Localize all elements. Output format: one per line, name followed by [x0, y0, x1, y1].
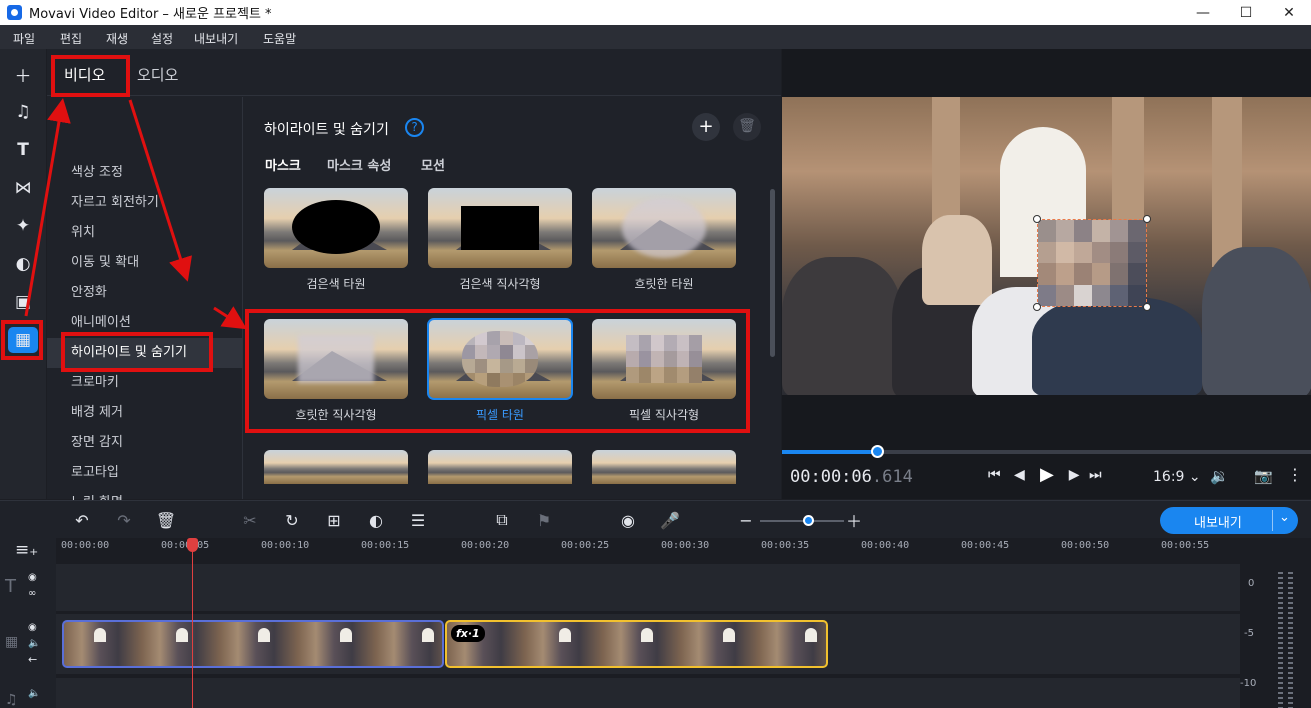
aspect-ratio-select[interactable]: 16:9 ⌄	[1153, 469, 1201, 485]
mask-handle[interactable]	[1033, 215, 1041, 223]
preview-panel: 00:00:06.614 ⏮ ◀ ▶ ▶ ⏭ 16:9 ⌄ 🔉 📷 ⋮	[782, 49, 1311, 499]
video-crowd	[1202, 247, 1311, 395]
timecode-ms: .614	[871, 467, 913, 487]
chevron-down-icon[interactable]: ⌄	[1279, 510, 1290, 525]
eye-icon[interactable]: ◉	[28, 572, 37, 583]
arrow-video-to-category	[128, 99, 192, 282]
mask-handle[interactable]	[1143, 215, 1151, 223]
mask-handle[interactable]	[1143, 303, 1151, 311]
video-person	[1032, 297, 1202, 395]
video-track-icon: ▦	[5, 634, 19, 650]
zoom-slider-handle[interactable]	[803, 515, 814, 526]
ruler-tick: 00:00:50	[1061, 540, 1110, 551]
audio-track[interactable]	[56, 678, 1240, 708]
marker-flag-icon[interactable]: ⚑	[533, 509, 555, 531]
ruler-tick: 00:00:25	[561, 540, 610, 551]
audio-track-icon: ♫	[5, 692, 18, 708]
export-button[interactable]: 내보내기 ⌄	[1160, 507, 1298, 534]
arrow-tools-to-video	[24, 98, 71, 317]
ruler-tick: 00:00:40	[861, 540, 910, 551]
ruler-tick: 00:00:20	[461, 540, 510, 551]
ruler-tick: 00:00:10	[261, 540, 310, 551]
color-adjust-icon[interactable]: ◐	[365, 509, 387, 531]
text-track[interactable]	[56, 564, 1240, 611]
ruler-tick: 00:00:45	[961, 540, 1010, 551]
ruler-tick: 00:00:55	[1161, 540, 1210, 551]
arrow-category-to-presets	[213, 306, 248, 330]
zoom-out-icon[interactable]: −	[735, 509, 757, 531]
microphone-icon[interactable]: 🎤	[659, 509, 681, 531]
arrow-left-icon[interactable]: ←	[28, 653, 37, 666]
cut-icon[interactable]: ✂	[239, 509, 261, 531]
overlay-icon[interactable]: ⧉	[491, 509, 513, 531]
playhead-handle[interactable]	[187, 538, 198, 552]
volume-icon[interactable]: 🔉	[1210, 467, 1229, 485]
snapshot-icon[interactable]: 📷	[1254, 467, 1273, 485]
export-divider	[1272, 510, 1273, 531]
webcam-record-icon[interactable]: ◉	[617, 509, 639, 531]
playhead-line	[192, 544, 193, 708]
ruler-tick: 00:00:30	[661, 540, 710, 551]
video-pillar	[1212, 97, 1242, 267]
seek-handle[interactable]	[871, 445, 885, 458]
zoom-in-icon[interactable]: ＋	[843, 509, 865, 531]
meter-label: -10	[1240, 678, 1257, 689]
ruler-tick: 00:00:00	[61, 540, 110, 551]
video-clip-selected[interactable]: fx·1	[445, 620, 828, 668]
export-label: 내보내기	[1194, 516, 1242, 531]
preview-seek-bar[interactable]	[782, 445, 1311, 458]
timeline-toolbar: ↶ ↷ 🗑 ✂ ↻ ⊞ ◐ ☰ ⧉ ⚑ ◉ 🎤 − ＋ 내보내기 ⌄	[0, 500, 1311, 538]
skip-end-icon[interactable]: ⏭	[1089, 467, 1102, 483]
rotate-icon[interactable]: ↻	[281, 509, 303, 531]
ruler-tick: 00:00:15	[361, 540, 410, 551]
aspect-ratio-value: 16:9	[1153, 469, 1185, 485]
pixel-mask-region[interactable]	[1037, 219, 1147, 307]
zoom-slider[interactable]	[760, 520, 844, 522]
clip-frame	[340, 628, 352, 642]
undo-icon[interactable]: ↶	[71, 509, 93, 531]
timeline: ≡₊ T ◉ ∞ ▦ ◉ 🔈 ← ♫ 🔈 00:00:00 00:00:05 0…	[0, 538, 1311, 708]
skip-start-icon[interactable]: ⏮	[988, 467, 1001, 483]
meter-label: 0	[1248, 578, 1255, 589]
meter-bar-right	[1288, 572, 1293, 708]
speaker-icon[interactable]: 🔈	[28, 638, 40, 649]
text-track-icon: T	[5, 576, 16, 597]
timecode: 00:00:06.614	[790, 467, 913, 487]
clip-frame	[805, 628, 817, 642]
speaker-icon[interactable]: 🔈	[28, 688, 40, 699]
clip-frame	[94, 628, 106, 642]
play-icon[interactable]: ▶	[1040, 464, 1054, 485]
clip-frame	[559, 628, 571, 642]
effect-badge[interactable]: fx·1	[451, 625, 485, 642]
audio-meter: 0 -5 -10	[1240, 562, 1311, 708]
eye-icon[interactable]: ◉	[28, 622, 37, 633]
seek-progress	[782, 450, 878, 454]
video-crowd	[782, 257, 902, 395]
next-frame-icon[interactable]: ▶	[1066, 467, 1080, 483]
track-headers: ≡₊ T ◉ ∞ ▦ ◉ 🔈 ← ♫ 🔈	[0, 538, 56, 708]
clip-frame	[723, 628, 735, 642]
clip-frame	[176, 628, 188, 642]
prev-frame-icon[interactable]: ◀	[1014, 467, 1028, 483]
ruler-tick: 00:00:05	[161, 540, 210, 551]
mask-handle[interactable]	[1033, 303, 1041, 311]
clip-frame	[422, 628, 434, 642]
video-person	[922, 215, 992, 305]
meter-bar-left	[1278, 572, 1283, 708]
time-ruler[interactable]: 00:00:00 00:00:05 00:00:10 00:00:15 00:0…	[56, 538, 1240, 562]
more-options-icon[interactable]: ⋮	[1287, 465, 1303, 484]
ruler-tick: 00:00:35	[761, 540, 810, 551]
timecode-main: 00:00:06	[790, 467, 872, 487]
link-icon[interactable]: ∞	[28, 588, 36, 599]
add-track-icon[interactable]: ≡₊	[15, 540, 38, 560]
meter-label: -5	[1244, 628, 1254, 639]
clip-frame	[641, 628, 653, 642]
crop-icon[interactable]: ⊞	[323, 509, 345, 531]
clip-properties-icon[interactable]: ☰	[407, 509, 429, 531]
video-preview[interactable]	[782, 97, 1311, 395]
delete-clip-icon[interactable]: 🗑	[155, 509, 177, 531]
redo-icon[interactable]: ↷	[113, 509, 135, 531]
video-clip[interactable]	[62, 620, 444, 668]
clip-frame	[258, 628, 270, 642]
